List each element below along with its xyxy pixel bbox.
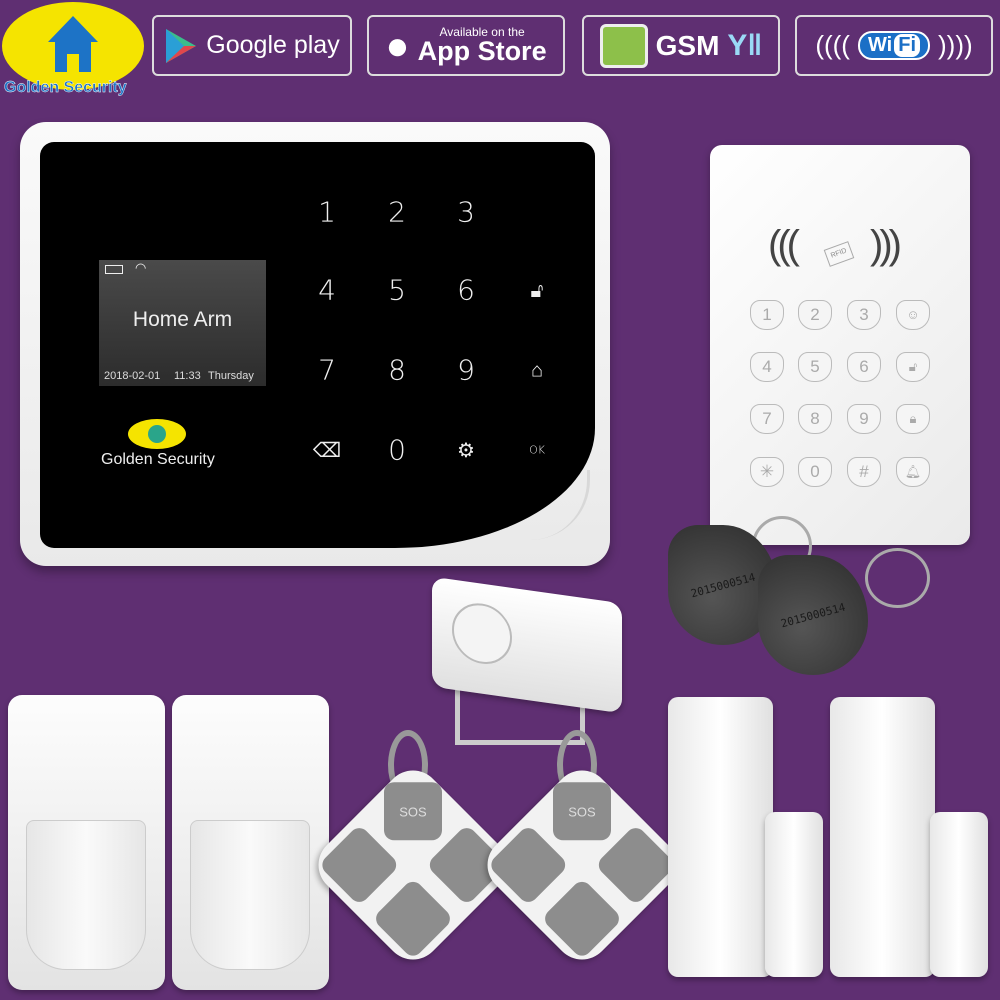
key-7[interactable]: 7 bbox=[302, 354, 352, 387]
lcd-day: Thursday bbox=[208, 370, 254, 382]
wifi-badge: (((( Wi Fi )))) bbox=[795, 15, 993, 76]
remote-button-sos[interactable]: SOS bbox=[553, 782, 611, 841]
rfid-label: RFID bbox=[823, 241, 855, 267]
wifi-waves-right-icon: )))) bbox=[938, 30, 973, 60]
key-9[interactable]: 9 bbox=[441, 354, 491, 387]
unlock-key[interactable]: 🔓︎ bbox=[896, 352, 930, 382]
lcd-date: 2018-02-01 bbox=[104, 370, 161, 382]
door-magnet bbox=[930, 812, 988, 977]
brand-name: Golden Security bbox=[4, 79, 127, 96]
keypad-key[interactable]: 6 bbox=[847, 352, 881, 382]
keypad-key[interactable]: 9 bbox=[847, 404, 881, 434]
remote-button-home[interactable] bbox=[540, 877, 624, 960]
apple-icon: ● bbox=[385, 23, 410, 68]
door-sensor bbox=[830, 697, 935, 977]
bell-key[interactable]: 🔔︎ bbox=[896, 457, 930, 487]
remote-keyfob: SOS bbox=[475, 758, 689, 972]
home-key[interactable]: ⌂ bbox=[512, 358, 562, 383]
lcd-time: 11:33 bbox=[174, 370, 201, 382]
keypad-key[interactable]: 3 bbox=[847, 300, 881, 330]
keypad-key[interactable]: 4 bbox=[750, 352, 784, 382]
keypad-key[interactable]: 2 bbox=[798, 300, 832, 330]
sos-key[interactable]: ☺ bbox=[896, 300, 930, 330]
key-1[interactable]: 1 bbox=[302, 196, 352, 229]
key-5[interactable]: 5 bbox=[372, 274, 422, 307]
keypad-key[interactable]: 5 bbox=[798, 352, 832, 382]
signal-antenna-icon: Y‖ bbox=[727, 28, 763, 62]
ok-key[interactable]: OK bbox=[512, 444, 562, 457]
panel-logo bbox=[128, 419, 186, 449]
house-icon bbox=[48, 16, 98, 72]
google-play-badge[interactable]: Google play bbox=[152, 15, 352, 76]
gsm-label: GSM bbox=[655, 29, 720, 61]
key-2[interactable]: 2 bbox=[372, 196, 422, 229]
key-8[interactable]: 8 bbox=[372, 354, 422, 387]
pir-motion-sensor bbox=[8, 695, 165, 990]
app-store-badge[interactable]: ● Available on the App Store bbox=[367, 15, 565, 76]
arm-mode: Home Arm bbox=[132, 308, 233, 331]
keypad-key[interactable]: ✳ bbox=[750, 457, 784, 487]
panel-brand: Golden Security bbox=[101, 451, 215, 468]
gsm-badge: GSM Y‖ bbox=[582, 15, 780, 76]
wifi-label-a: Wi bbox=[867, 34, 893, 56]
rfid-tag-number: 2015000514 bbox=[689, 570, 757, 600]
sim-card-icon bbox=[599, 23, 648, 68]
key-3[interactable]: 3 bbox=[441, 196, 491, 229]
door-magnet bbox=[765, 812, 823, 977]
keypad-key[interactable]: 1 bbox=[750, 300, 784, 330]
door-sensor bbox=[668, 697, 773, 977]
key-4[interactable]: 4 bbox=[302, 274, 352, 307]
settings-key[interactable]: ⚙ bbox=[441, 438, 491, 462]
google-play-label: Google play bbox=[206, 31, 340, 59]
remote-button-home[interactable] bbox=[371, 877, 455, 960]
keypad-key[interactable]: 8 bbox=[798, 404, 832, 434]
rfid-keypad: ((( ))) RFID bbox=[710, 145, 970, 545]
rfid-tag-number: 2015000514 bbox=[779, 600, 847, 630]
unlock-key[interactable]: 🔓︎ bbox=[512, 278, 562, 302]
key-ring bbox=[865, 548, 930, 608]
wifi-icon: ◠ bbox=[135, 260, 147, 275]
keypad-key[interactable]: 0 bbox=[798, 457, 832, 487]
google-play-icon bbox=[166, 28, 197, 63]
rfid-waves-right-icon: ))) bbox=[870, 223, 902, 267]
lcd-display: ◠ Home Arm 2018-02-01 11:33 Thursday bbox=[99, 260, 266, 386]
wifi-waves-icon: (((( bbox=[815, 30, 850, 60]
house-icon bbox=[148, 425, 166, 443]
key-0[interactable]: 0 bbox=[372, 434, 422, 467]
keypad-key[interactable]: # bbox=[847, 457, 881, 487]
delete-key[interactable]: ⌫ bbox=[302, 438, 352, 462]
siren-horn bbox=[452, 599, 512, 668]
brand-logo bbox=[2, 2, 144, 90]
wifi-label-b: Fi bbox=[894, 34, 921, 57]
pir-motion-sensor bbox=[172, 695, 329, 990]
lock-key[interactable]: 🔒︎ bbox=[896, 404, 930, 434]
rfid-tag: 2015000514 bbox=[758, 555, 868, 675]
app-store-label: App Store bbox=[417, 36, 547, 66]
battery-icon bbox=[105, 265, 123, 274]
rfid-waves-left-icon: ((( bbox=[768, 223, 800, 267]
remote-button-sos[interactable]: SOS bbox=[384, 782, 442, 841]
keypad-key[interactable]: 7 bbox=[750, 404, 784, 434]
key-6[interactable]: 6 bbox=[441, 274, 491, 307]
